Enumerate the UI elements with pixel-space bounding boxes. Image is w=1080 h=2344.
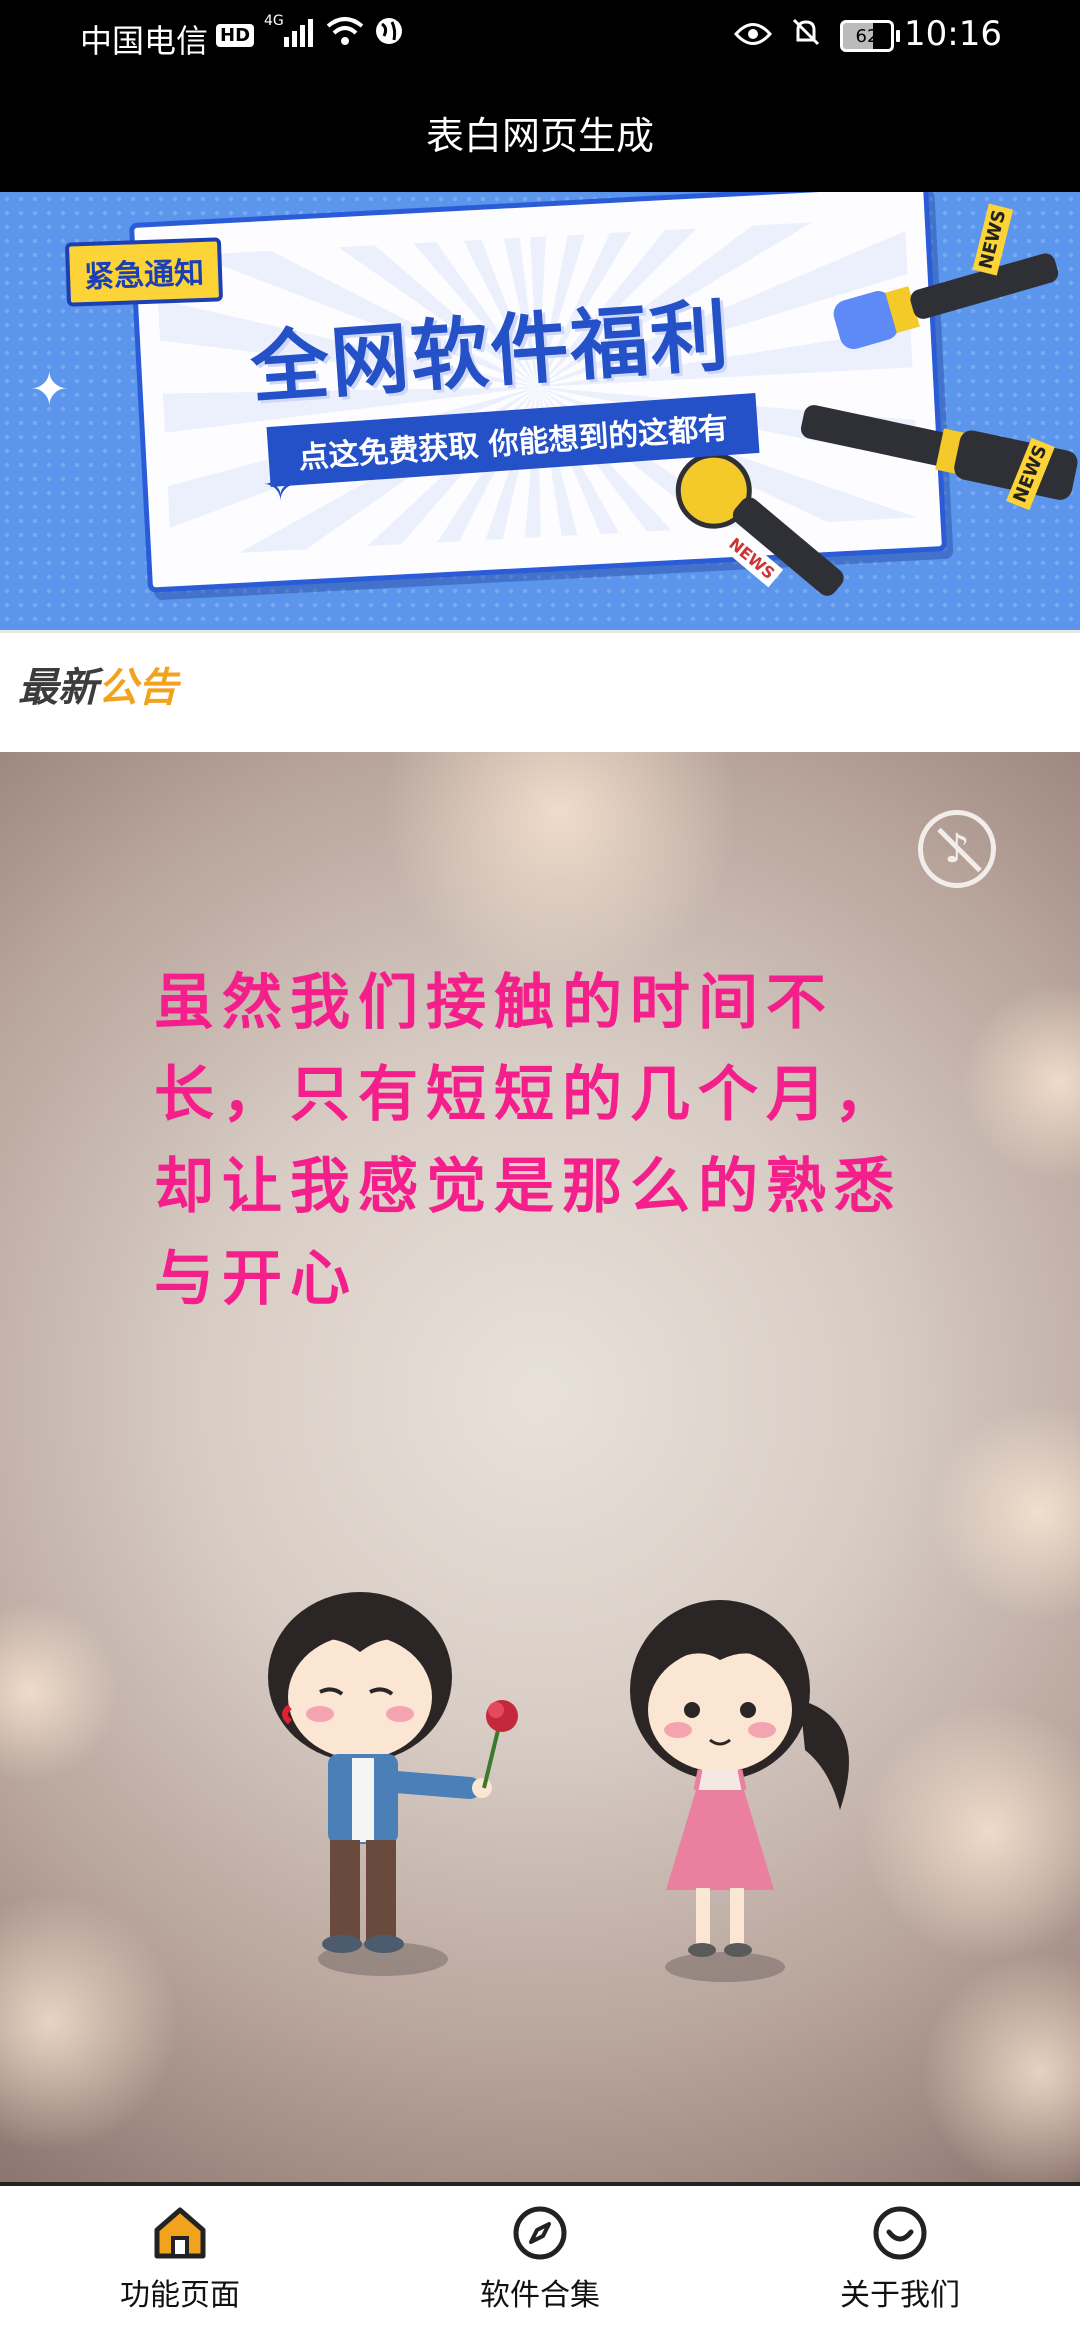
love-message: 虽然我们接触的时间不长，只有短短的几个月，却让我感觉是那么的熟悉与开心	[154, 968, 902, 1314]
status-icons-left: HD 4G	[216, 13, 404, 54]
announcement-label-part2: 公告	[98, 665, 178, 711]
girl-figure-icon	[630, 1600, 849, 1957]
battery-icon: 62	[840, 20, 900, 52]
nav-item-functions[interactable]: 功能页面	[70, 2204, 290, 2314]
announcement-label: 最新公告	[18, 655, 178, 713]
sparkle-icon: ✦	[30, 362, 69, 416]
smile-icon	[871, 2204, 929, 2262]
music-note-icon: ♪	[944, 826, 970, 872]
page-title: 表白网页生成	[425, 113, 654, 158]
compass-icon	[511, 2204, 569, 2262]
bokeh-light	[930, 1402, 1080, 1622]
eye-icon	[733, 17, 773, 55]
promo-banner[interactable]: ✦ ✧ NEWS NEWS NEWS 紧急通知 全网软件福利 点这免费获取 你能…	[0, 192, 1080, 630]
globe-icon	[374, 16, 404, 54]
status-icons-right: 62	[733, 16, 900, 56]
love-card: ♪ 虽然我们接触的时间不长，只有短短的几个月，却让我感觉是那么的熟悉与开心	[0, 752, 1080, 2182]
battery-level: 62	[840, 20, 894, 52]
home-icon	[151, 2204, 209, 2262]
signal-icon: 4G	[264, 13, 316, 51]
bokeh-light	[920, 1952, 1080, 2182]
boy-figure-icon	[268, 1592, 518, 1953]
bokeh-light	[960, 982, 1080, 1182]
bokeh-light	[0, 1602, 120, 1782]
bokeh-light	[380, 752, 740, 992]
carrier-name: 中国电信	[80, 22, 209, 60]
nav-item-software[interactable]: 软件合集	[430, 2204, 650, 2314]
network-type: 4G	[264, 13, 284, 29]
announcement-bar[interactable]: 最新公告	[0, 630, 1080, 755]
hd-badge: HD	[216, 23, 255, 47]
nav-label-software: 软件合集	[480, 2278, 600, 2313]
announcement-label-part1: 最新	[18, 665, 98, 711]
wifi-icon	[326, 16, 364, 54]
nav-item-about[interactable]: 关于我们	[790, 2204, 1010, 2314]
clock: 10:16	[904, 14, 1002, 54]
nav-label-functions: 功能页面	[120, 2278, 240, 2313]
bokeh-light	[0, 1892, 180, 2152]
bottom-nav: 功能页面 软件合集 关于我们	[0, 2182, 1080, 2344]
app-header: 表白网页生成	[0, 72, 1080, 192]
music-toggle-button[interactable]: ♪	[918, 810, 996, 888]
urgent-tag: 紧急通知	[64, 237, 224, 307]
nav-label-about: 关于我们	[840, 2278, 960, 2313]
status-bar: 中国电信 HD 4G 62 10:16	[0, 0, 1080, 72]
bell-muted-icon	[790, 16, 822, 56]
